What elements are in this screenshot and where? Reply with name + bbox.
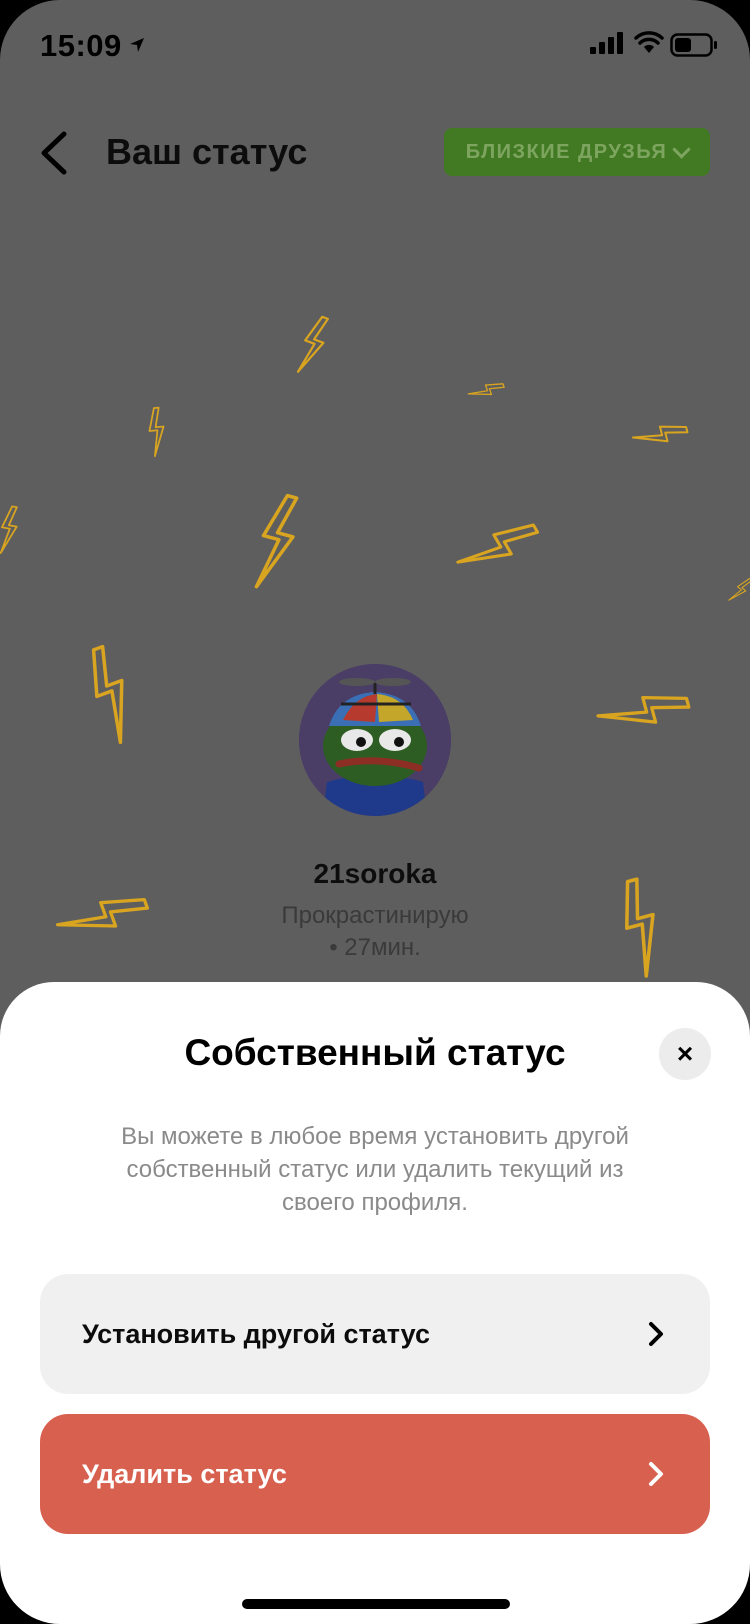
bolt-9: [79, 642, 144, 747]
bolt-6: [248, 490, 305, 595]
bottom-sheet: Собственный статус × Вы можете в любое в…: [0, 982, 750, 1624]
close-button[interactable]: ×: [659, 1028, 711, 1080]
set-other-status-button[interactable]: Установить другой статус: [40, 1274, 710, 1394]
bolt-2: [466, 378, 506, 403]
sheet-title: Собственный статус: [184, 1032, 566, 1073]
bolt-1: [293, 312, 333, 378]
status-time: • 27мин.: [329, 934, 421, 961]
pepe-avatar-image: [299, 664, 451, 816]
avatar: [299, 664, 451, 816]
bolt-10: [594, 685, 692, 738]
home-indicator: [242, 1599, 510, 1609]
bolt-4: [631, 419, 690, 451]
delete-status-label: Удалить статус: [82, 1458, 287, 1489]
delete-status-button[interactable]: Удалить статус: [40, 1414, 710, 1534]
bolt-5: [0, 504, 21, 556]
close-icon: ×: [676, 1038, 694, 1069]
phone-screen: 15:09 Ваш статус БЛИЗКИЕ ДРУЗЬЯ 21soroka…: [0, 0, 750, 1624]
sheet-description: Вы можете в любое время установить друго…: [121, 1123, 629, 1216]
chevron-right-icon: [649, 1462, 663, 1486]
set-other-status-label: Установить другой статус: [82, 1318, 430, 1349]
bolt-3: [146, 406, 167, 458]
bolt-7: [453, 513, 542, 581]
username: 21soroka: [313, 858, 437, 889]
status-text: Прокрастинирую: [281, 902, 469, 929]
bolt-8: [726, 575, 750, 606]
lightning-pattern: [0, 312, 750, 980]
chevron-right-icon: [649, 1322, 663, 1346]
